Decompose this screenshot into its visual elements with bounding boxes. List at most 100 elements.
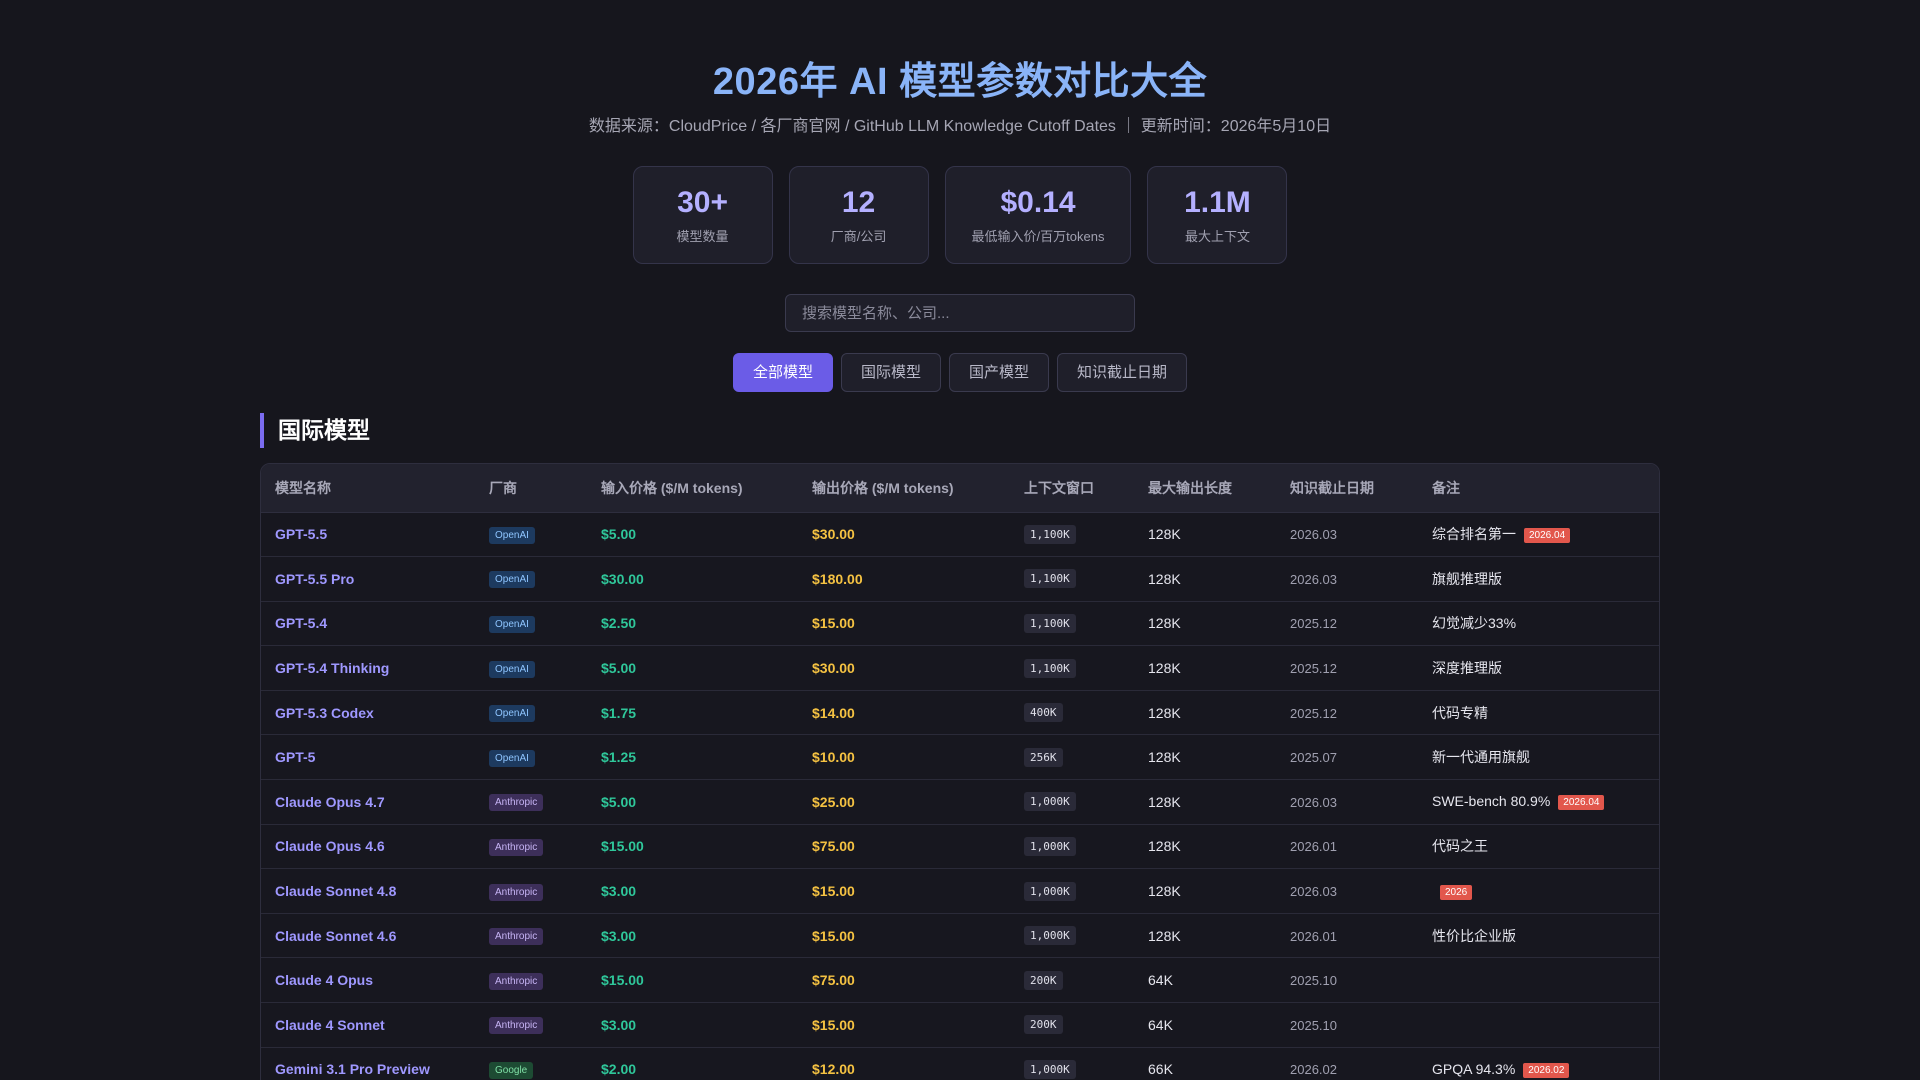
column-header-notes: 备注 bbox=[1418, 464, 1659, 513]
context-window: 1,100K bbox=[1024, 658, 1076, 678]
table-row[interactable]: GPT-5 OpenAI $1.25 $10.00 256K 128K 2025.07 新一代… bbox=[261, 734, 1659, 781]
vendor-tag: OpenAI bbox=[489, 660, 535, 678]
table-row[interactable]: GPT-5.5 OpenAI $5.00 $30.00 1,100K 128K 2026.0… bbox=[261, 512, 1659, 558]
column-header-vendor[interactable]: 厂商 bbox=[475, 464, 587, 513]
note-text: 代码之王 bbox=[1432, 838, 1488, 855]
vendor-tag: OpenAI bbox=[489, 615, 535, 633]
column-header-knowledge-cutoff[interactable]: 知识截止日期 bbox=[1276, 464, 1418, 513]
note-text: 性价比企业版 bbox=[1432, 927, 1516, 944]
context-window: 1,000K bbox=[1024, 792, 1076, 812]
filter-all-models[interactable]: 全部模型 bbox=[732, 353, 833, 392]
page-title: 2026年 AI 模型参数对比大全 bbox=[712, 61, 1208, 103]
table-row[interactable]: Claude Sonnet 4.6 Anthropic $3.00 $15.00 1,0… bbox=[261, 913, 1659, 959]
note-text: GPQA 94.3% bbox=[1432, 1060, 1516, 1077]
max-output: 128K bbox=[1148, 927, 1181, 944]
section-title: 国际模型 bbox=[260, 413, 370, 448]
output-price: $75.00 bbox=[812, 972, 855, 989]
column-header-output-price[interactable]: 输出价格 ($/M tokens) bbox=[798, 464, 1010, 513]
filter-tabs: 全部模型 国际模型 国产模型 知识截止日期 bbox=[0, 353, 1920, 392]
model-name[interactable]: Claude Sonnet 4.8 bbox=[275, 883, 396, 899]
model-name[interactable]: Gemini 3.1 Pro Preview bbox=[275, 1061, 430, 1077]
stat-value: 30+ bbox=[677, 185, 728, 219]
table-row[interactable]: GPT-5.4 OpenAI $2.50 $15.00 1,100K 128K 2025.1… bbox=[261, 601, 1659, 647]
column-header-context-window[interactable]: 上下文窗口 bbox=[1010, 464, 1134, 513]
table-row[interactable]: Claude 4 Sonnet Anthropic $3.00 $15.00 200K 6… bbox=[261, 1002, 1659, 1048]
table-row[interactable]: GPT-5.4 Thinking OpenAI $5.00 $30.00 1,100K 1… bbox=[261, 645, 1659, 691]
vendor-tag: OpenAI bbox=[489, 749, 535, 767]
context-window: 1,000K bbox=[1024, 836, 1076, 856]
note-text: 新一代通用旗舰 bbox=[1432, 749, 1530, 766]
models-table: 模型名称 厂商 输入价格 ($/M tokens) 输出价格 ($/M toke… bbox=[260, 463, 1660, 1080]
stat-value: 1.1M bbox=[1184, 185, 1251, 219]
input-price: $30.00 bbox=[601, 570, 644, 587]
release-badge: 2026.04 bbox=[1558, 795, 1605, 811]
release-badge: 2026.02 bbox=[1523, 1062, 1570, 1078]
vendor-tag: OpenAI bbox=[489, 526, 535, 544]
knowledge-cutoff: 2026.01 bbox=[1290, 928, 1337, 944]
context-window: 1,000K bbox=[1024, 1059, 1076, 1079]
model-name[interactable]: GPT-5.3 Codex bbox=[275, 705, 374, 721]
input-price: $5.00 bbox=[601, 660, 637, 677]
table-row[interactable]: Claude Opus 4.7 Anthropic $5.00 $25.00 1,000… bbox=[261, 779, 1659, 825]
table-row[interactable]: Claude Sonnet 4.8 Anthropic $3.00 $15.00 1,0… bbox=[261, 868, 1659, 914]
table-row[interactable]: GPT-5.3 Codex OpenAI $1.75 $14.00 400K 128K 20… bbox=[261, 690, 1659, 736]
table-body: GPT-5.5 OpenAI $5.00 $30.00 1,100K 128K 2026.0… bbox=[261, 512, 1659, 1080]
vendor-tag: Anthropic bbox=[489, 838, 544, 856]
release-badge: 2026 bbox=[1440, 884, 1473, 900]
page-subtitle: 数据来源：CloudPrice / 各厂商官网 / GitHub LLM Kno… bbox=[588, 118, 1332, 135]
knowledge-cutoff: 2025.07 bbox=[1290, 750, 1337, 766]
output-price: $15.00 bbox=[812, 615, 855, 632]
stat-card-model-count: 30+ 模型数量 bbox=[632, 166, 773, 264]
stat-card-min-price: $0.14 最低输入价/百万tokens bbox=[944, 166, 1132, 264]
input-price: $15.00 bbox=[601, 838, 644, 855]
output-price: $15.00 bbox=[812, 1016, 855, 1033]
model-name[interactable]: Claude Opus 4.6 bbox=[275, 838, 385, 854]
table-row[interactable]: Gemini 3.1 Pro Preview Google $2.00 $12.00 1… bbox=[261, 1047, 1659, 1080]
search-input[interactable] bbox=[785, 294, 1135, 332]
vendor-tag: OpenAI bbox=[489, 571, 535, 589]
model-name[interactable]: GPT-5.5 Pro bbox=[275, 571, 354, 587]
model-name[interactable]: Claude 4 Opus bbox=[275, 972, 373, 988]
model-name[interactable]: Claude Opus 4.7 bbox=[275, 794, 385, 810]
page: 2026年 AI 模型参数对比大全 数据来源：CloudPrice / 各厂商官… bbox=[0, 0, 1920, 1080]
knowledge-cutoff: 2026.03 bbox=[1290, 794, 1337, 810]
knowledge-cutoff: 2026.02 bbox=[1290, 1062, 1337, 1078]
context-window: 400K bbox=[1024, 703, 1063, 723]
table-row[interactable]: Claude Opus 4.6 Anthropic $15.00 $75.00 1,00… bbox=[261, 824, 1659, 870]
max-output: 128K bbox=[1148, 526, 1181, 543]
filter-domestic-models[interactable]: 国产模型 bbox=[949, 353, 1050, 392]
output-price: $30.00 bbox=[812, 660, 855, 677]
context-window: 200K bbox=[1024, 1015, 1063, 1035]
max-output: 128K bbox=[1148, 749, 1181, 766]
stat-label: 最低输入价/百万tokens bbox=[971, 228, 1105, 244]
model-name[interactable]: GPT-5.5 bbox=[275, 526, 327, 542]
max-output: 128K bbox=[1148, 883, 1181, 900]
context-window: 1,000K bbox=[1024, 926, 1076, 946]
model-name[interactable]: GPT-5.4 Thinking bbox=[275, 660, 389, 676]
model-name[interactable]: Claude Sonnet 4.6 bbox=[275, 928, 396, 944]
table-row[interactable]: GPT-5.5 Pro OpenAI $30.00 $180.00 1,100K 128K… bbox=[261, 556, 1659, 602]
column-header-input-price[interactable]: 输入价格 ($/M tokens) bbox=[587, 464, 798, 513]
model-name[interactable]: GPT-5.4 bbox=[275, 615, 327, 631]
model-name[interactable]: GPT-5 bbox=[275, 749, 315, 765]
vendor-tag: OpenAI bbox=[489, 705, 535, 723]
knowledge-cutoff: 2026.03 bbox=[1290, 527, 1337, 543]
max-output: 128K bbox=[1148, 615, 1181, 632]
context-window: 1,100K bbox=[1024, 613, 1076, 633]
release-badge: 2026.04 bbox=[1524, 528, 1571, 544]
column-header-max-output[interactable]: 最大输出长度 bbox=[1134, 464, 1276, 513]
input-price: $1.25 bbox=[601, 749, 637, 766]
input-price: $3.00 bbox=[601, 927, 637, 944]
input-price: $5.00 bbox=[601, 526, 637, 543]
model-name[interactable]: Claude 4 Sonnet bbox=[275, 1017, 385, 1033]
table-row[interactable]: Claude 4 Opus Anthropic $15.00 $75.00 200K 64… bbox=[261, 957, 1659, 1004]
filter-knowledge-cutoff[interactable]: 知识截止日期 bbox=[1057, 353, 1188, 392]
max-output: 66K bbox=[1148, 1061, 1173, 1078]
filter-international-models[interactable]: 国际模型 bbox=[840, 353, 941, 392]
stats-bar: 30+ 模型数量 12 厂商/公司 $0.14 最低输入价/百万tokens 1… bbox=[0, 166, 1920, 264]
note-text: 综合排名第一 bbox=[1432, 526, 1516, 543]
context-window: 1,100K bbox=[1024, 524, 1076, 544]
knowledge-cutoff: 2025.12 bbox=[1290, 661, 1337, 677]
output-price: $180.00 bbox=[812, 570, 863, 587]
column-header-model-name[interactable]: 模型名称 bbox=[261, 464, 475, 513]
